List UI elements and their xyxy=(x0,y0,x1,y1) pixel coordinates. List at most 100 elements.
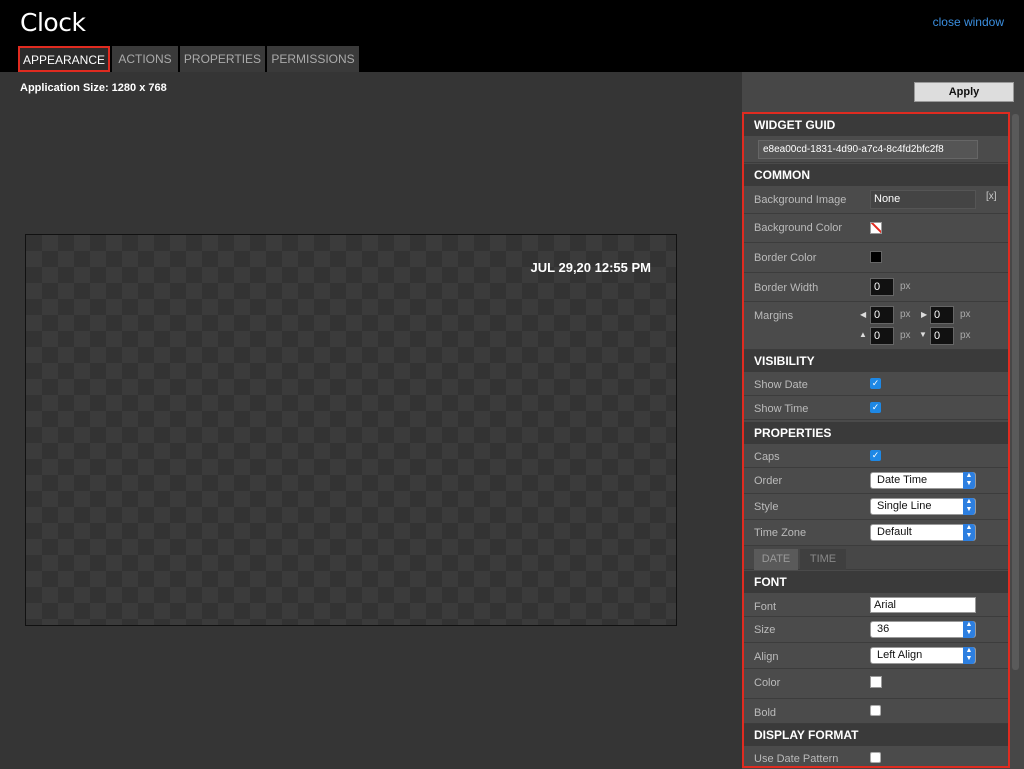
margin-left-input[interactable]: 0 xyxy=(870,306,894,324)
align-row: Align Left Align ▲ ▼ xyxy=(744,643,1008,669)
align-select-value: Left Align xyxy=(877,649,923,661)
margins-label: Margins xyxy=(754,310,794,322)
widget-preview[interactable]: JUL 29,20 12:55 PM xyxy=(25,234,677,626)
bold-checkbox[interactable] xyxy=(870,705,881,716)
canvas-area: Application Size: 1280 x 768 JUL 29,20 1… xyxy=(0,72,742,769)
use-date-pattern-label: Use Date Pattern xyxy=(754,753,839,765)
chevron-updown-icon: ▲ ▼ xyxy=(963,498,975,515)
properties-panel: WIDGET GUID e8ea00cd-1831-4d90-a7c4-8c4f… xyxy=(742,112,1010,768)
time-zone-row: Time Zone Default ▲ ▼ xyxy=(744,520,1008,546)
section-common: COMMON xyxy=(744,164,1008,186)
bold-label: Bold xyxy=(754,707,777,719)
section-display-format: DISPLAY FORMAT xyxy=(744,724,1008,746)
chevron-updown-icon: ▲ ▼ xyxy=(963,647,975,664)
tab-permissions[interactable]: PERMISSIONS xyxy=(267,46,359,72)
bg-color-label: Background Color xyxy=(754,222,843,234)
chevron-updown-icon: ▲ ▼ xyxy=(963,524,975,541)
border-width-unit: px xyxy=(900,281,911,292)
guid-row: e8ea00cd-1831-4d90-a7c4-8c4fd2bfc2f8 xyxy=(744,136,1008,163)
margin-right-unit: px xyxy=(960,309,971,320)
clear-image-button[interactable]: [x] xyxy=(986,191,997,202)
margin-right-input[interactable]: 0 xyxy=(930,306,954,324)
section-font: FONT xyxy=(744,571,1008,593)
bg-color-row: Background Color xyxy=(744,214,1008,243)
color-row: Color xyxy=(744,669,1008,699)
chevron-updown-icon: ▲ ▼ xyxy=(963,621,975,638)
border-color-label: Border Color xyxy=(754,252,817,264)
section-properties: PROPERTIES xyxy=(744,422,1008,444)
font-input[interactable]: Arial xyxy=(870,597,976,613)
show-time-row: Show Time ✓ xyxy=(744,396,1008,420)
subtab-time[interactable]: TIME xyxy=(800,549,846,570)
border-color-swatch[interactable] xyxy=(870,251,882,263)
clock-preview-text: JUL 29,20 12:55 PM xyxy=(530,260,651,275)
caps-checkbox[interactable]: ✓ xyxy=(870,450,881,461)
size-select-value: 36 xyxy=(877,623,890,635)
border-width-input[interactable]: 0 xyxy=(870,278,894,296)
style-select[interactable]: Single Line ▲ ▼ xyxy=(870,498,976,515)
show-date-checkbox[interactable]: ✓ xyxy=(870,378,881,389)
show-date-label: Show Date xyxy=(754,379,808,391)
bg-image-label: Background Image xyxy=(754,194,847,206)
time-zone-label: Time Zone xyxy=(754,527,807,539)
size-select[interactable]: 36 ▲ ▼ xyxy=(870,621,976,638)
guid-field[interactable]: e8ea00cd-1831-4d90-a7c4-8c4fd2bfc2f8 xyxy=(758,140,978,159)
bold-row: Bold xyxy=(744,699,1008,724)
align-select[interactable]: Left Align ▲ ▼ xyxy=(870,647,976,664)
panel-scrollbar[interactable] xyxy=(1012,114,1019,670)
apply-button[interactable]: Apply xyxy=(914,82,1014,102)
order-select[interactable]: Date Time ▲ ▼ xyxy=(870,472,976,489)
margin-top-input[interactable]: 0 xyxy=(870,327,894,345)
margin-bottom-unit: px xyxy=(960,330,971,341)
order-label: Order xyxy=(754,475,783,487)
bg-image-field[interactable]: None xyxy=(870,190,976,209)
size-label: Size xyxy=(754,624,776,636)
order-select-value: Date Time xyxy=(877,474,928,486)
style-label: Style xyxy=(754,501,779,513)
margin-bottom-input[interactable]: 0 xyxy=(930,327,954,345)
subtab-date[interactable]: DATE xyxy=(754,549,798,570)
margin-top-unit: px xyxy=(900,330,911,341)
font-label: Font xyxy=(754,601,777,613)
window-header: Clock close window APPEARANCE ACTIONS PR… xyxy=(0,0,1024,72)
caps-label: Caps xyxy=(754,451,780,463)
font-color-swatch[interactable] xyxy=(870,676,882,688)
margin-left-icon: ◀ xyxy=(860,310,867,319)
margins-row: Margins ◀ 0 px ▶ 0 px ▲ 0 px ▼ 0 px xyxy=(744,302,1008,350)
bg-color-swatch[interactable] xyxy=(870,222,882,234)
show-date-row: Show Date ✓ xyxy=(744,372,1008,396)
tab-properties[interactable]: PROPERTIES xyxy=(180,46,265,72)
use-date-pattern-row: Use Date Pattern xyxy=(744,746,1008,766)
show-time-label: Show Time xyxy=(754,403,809,415)
margin-bottom-icon: ▼ xyxy=(919,330,927,339)
margin-right-icon: ▶ xyxy=(921,310,928,319)
show-time-checkbox[interactable]: ✓ xyxy=(870,402,881,413)
border-width-row: Border Width 0 px xyxy=(744,273,1008,302)
tab-appearance[interactable]: APPEARANCE xyxy=(18,46,110,72)
margin-top-icon: ▲ xyxy=(859,330,867,339)
style-row: Style Single Line ▲ ▼ xyxy=(744,494,1008,520)
use-date-pattern-checkbox[interactable] xyxy=(870,752,881,763)
margin-left-unit: px xyxy=(900,309,911,320)
border-color-row: Border Color xyxy=(744,243,1008,273)
application-size: Application Size: 1280 x 768 xyxy=(20,82,167,94)
chevron-updown-icon: ▲ ▼ xyxy=(963,472,975,489)
close-window-link[interactable]: close window xyxy=(933,15,1004,29)
settings-sidebar: Apply WIDGET GUID e8ea00cd-1831-4d90-a7c… xyxy=(742,72,1024,769)
section-visibility: VISIBILITY xyxy=(744,350,1008,372)
section-widget-guid: WIDGET GUID xyxy=(744,114,1008,136)
tab-actions[interactable]: ACTIONS xyxy=(112,46,178,72)
caps-row: Caps ✓ xyxy=(744,444,1008,468)
time-zone-select[interactable]: Default ▲ ▼ xyxy=(870,524,976,541)
style-select-value: Single Line xyxy=(877,500,932,512)
size-row: Size 36 ▲ ▼ xyxy=(744,617,1008,643)
subtab-row: DATE TIME xyxy=(744,546,1008,570)
font-row: Font Arial xyxy=(744,593,1008,617)
window-title: Clock xyxy=(20,8,86,37)
border-width-label: Border Width xyxy=(754,282,819,294)
align-label: Align xyxy=(754,651,779,663)
order-row: Order Date Time ▲ ▼ xyxy=(744,468,1008,494)
time-zone-select-value: Default xyxy=(877,526,912,538)
bg-image-row: Background Image None [x] xyxy=(744,186,1008,214)
color-label: Color xyxy=(754,677,781,689)
